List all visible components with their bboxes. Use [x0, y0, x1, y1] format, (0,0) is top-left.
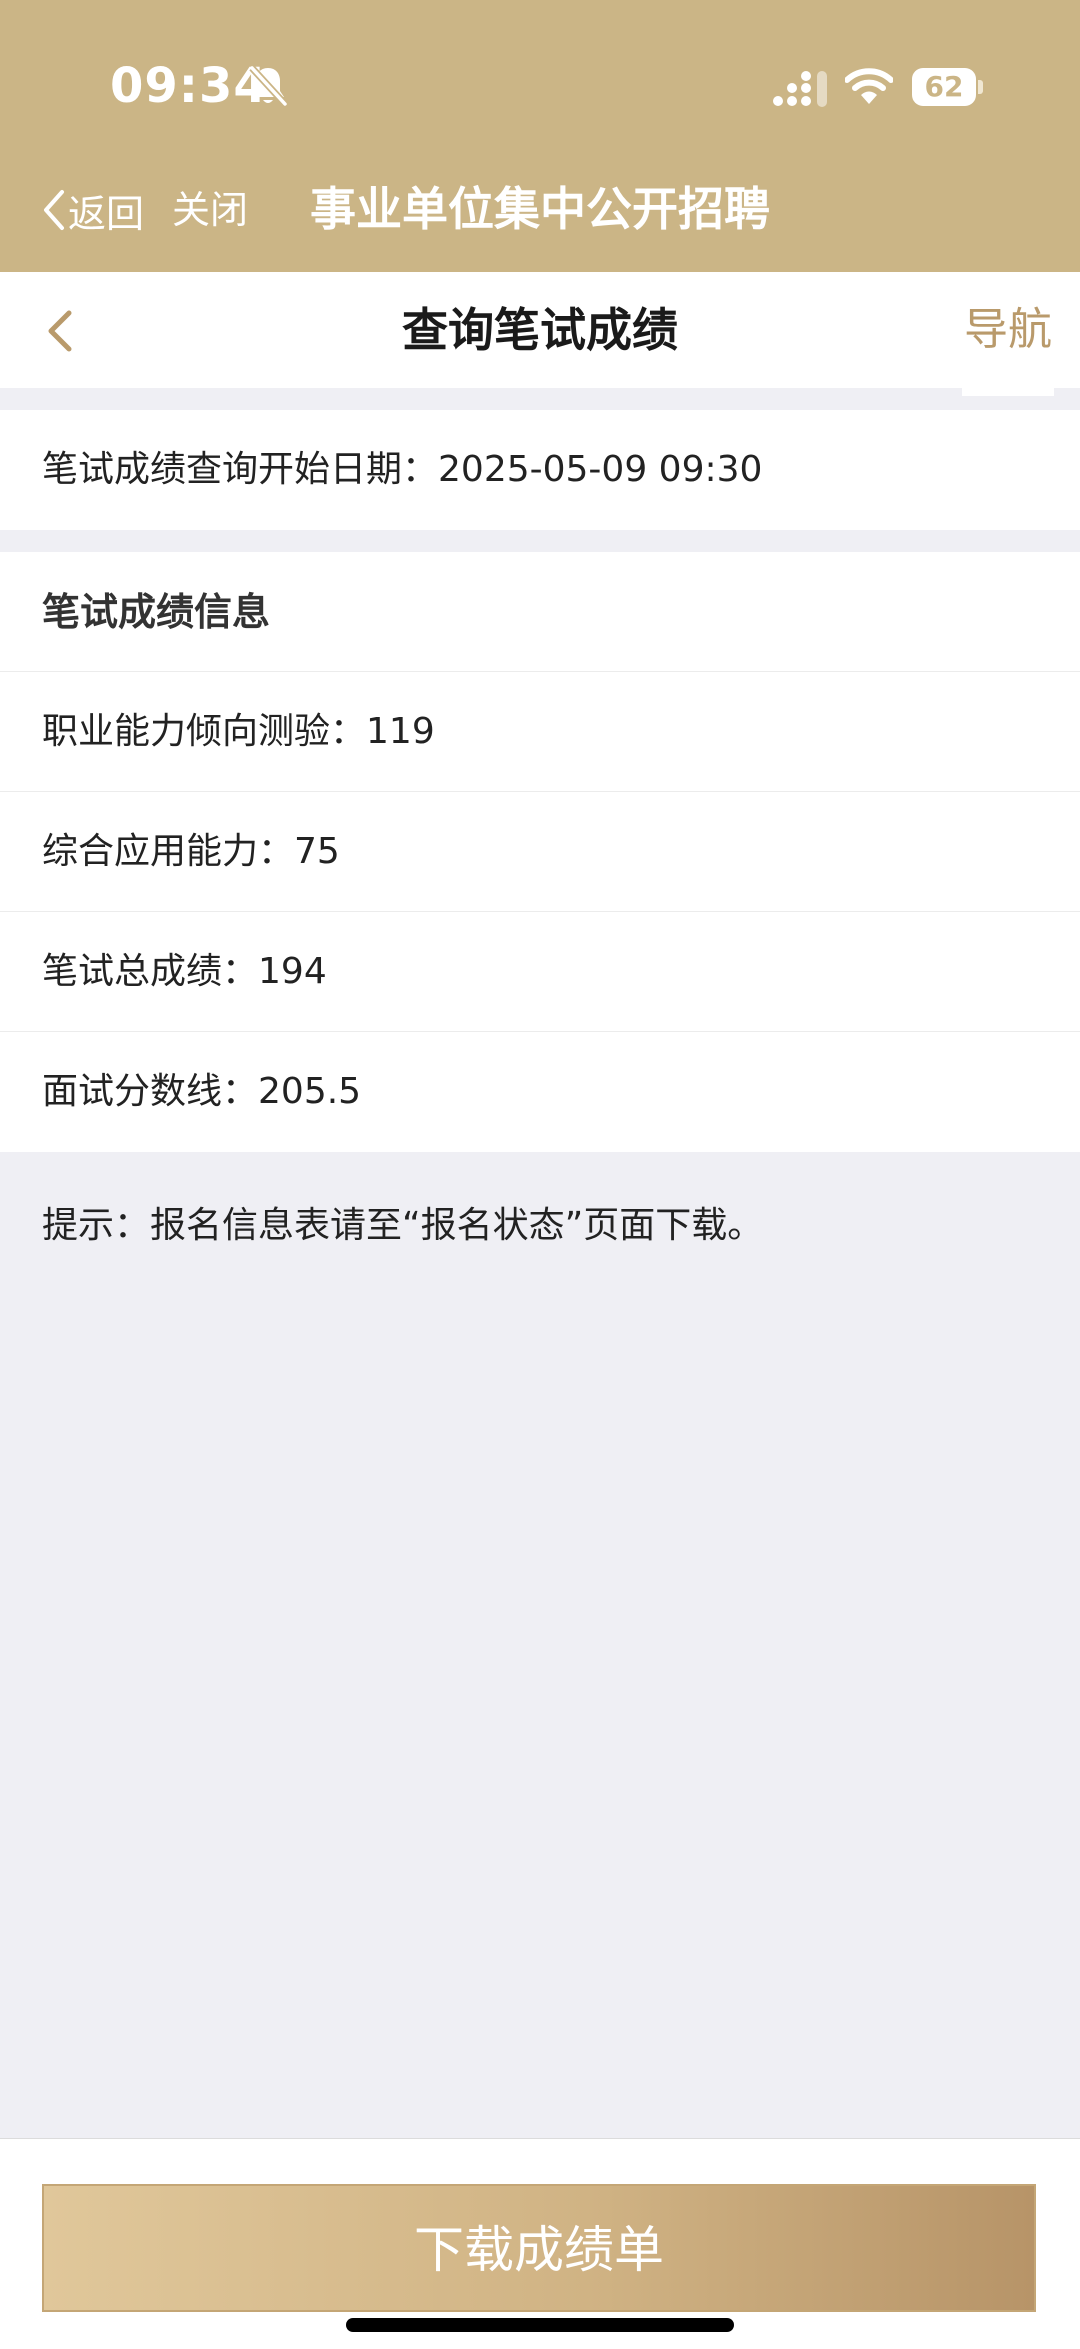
score-label: 综合应用能力： — [42, 831, 295, 872]
score-label: 笔试总成绩： — [42, 951, 259, 992]
page-title: 查询笔试成绩 — [402, 303, 678, 357]
webview-back-button[interactable]: 返回 — [40, 180, 144, 240]
score-row-application: 综合应用能力：75 — [0, 792, 1080, 912]
home-indicator — [346, 2318, 734, 2332]
battery-cap — [978, 80, 983, 94]
webview-close-button[interactable]: 关闭 — [172, 180, 248, 240]
score-value: 194 — [258, 951, 327, 992]
navbar: 查询笔试成绩 导航 — [0, 272, 1080, 396]
hint-text: 提示：报名信息表请至“报名状态”页面下载。 — [42, 1205, 764, 1246]
webview-back-label: 返回 — [68, 191, 145, 236]
signal-icon — [773, 71, 827, 107]
wifi-icon — [845, 68, 893, 104]
score-row-total: 笔试总成绩：194 — [0, 912, 1080, 1032]
score-value: 205.5 — [258, 1071, 362, 1112]
score-row-interview-line: 面试分数线：205.5 — [0, 1032, 1080, 1152]
query-start-row: 笔试成绩查询开始日期：2025-05-09 09:30 — [0, 410, 1080, 530]
chevron-left-icon — [44, 190, 64, 230]
bell-off-icon — [249, 65, 288, 107]
score-label: 面试分数线： — [42, 1071, 259, 1112]
query-start-section: 笔试成绩查询开始日期：2025-05-09 09:30 — [0, 410, 1080, 530]
score-section-header: 笔试成绩信息 — [0, 552, 1080, 672]
battery-icon: 62 — [912, 68, 983, 108]
score-row-aptitude: 职业能力倾向测验：119 — [0, 672, 1080, 792]
nav-guide-button[interactable]: 导航 — [964, 272, 1052, 388]
back-chevron-icon[interactable] — [44, 308, 74, 354]
battery-level: 62 — [924, 70, 964, 103]
score-value: 119 — [366, 711, 435, 752]
score-label: 职业能力倾向测验： — [42, 711, 367, 752]
score-value: 75 — [294, 831, 340, 872]
webview-title: 事业单位集中公开招聘 — [310, 182, 770, 236]
download-transcript-button[interactable]: 下载成绩单 — [42, 2184, 1036, 2312]
nav-guide-underline — [962, 388, 1054, 396]
query-start-value: 2025-05-09 09:30 — [438, 449, 763, 490]
top-header: 09:34 62 返回 关闭 事业单位集中公开招聘 — [0, 0, 1080, 272]
score-section: 笔试成绩信息 职业能力倾向测验：119 综合应用能力：75 笔试总成绩：194 … — [0, 552, 1080, 1152]
status-time: 09:34 — [110, 58, 268, 114]
query-start-label: 笔试成绩查询开始日期： — [42, 449, 439, 490]
